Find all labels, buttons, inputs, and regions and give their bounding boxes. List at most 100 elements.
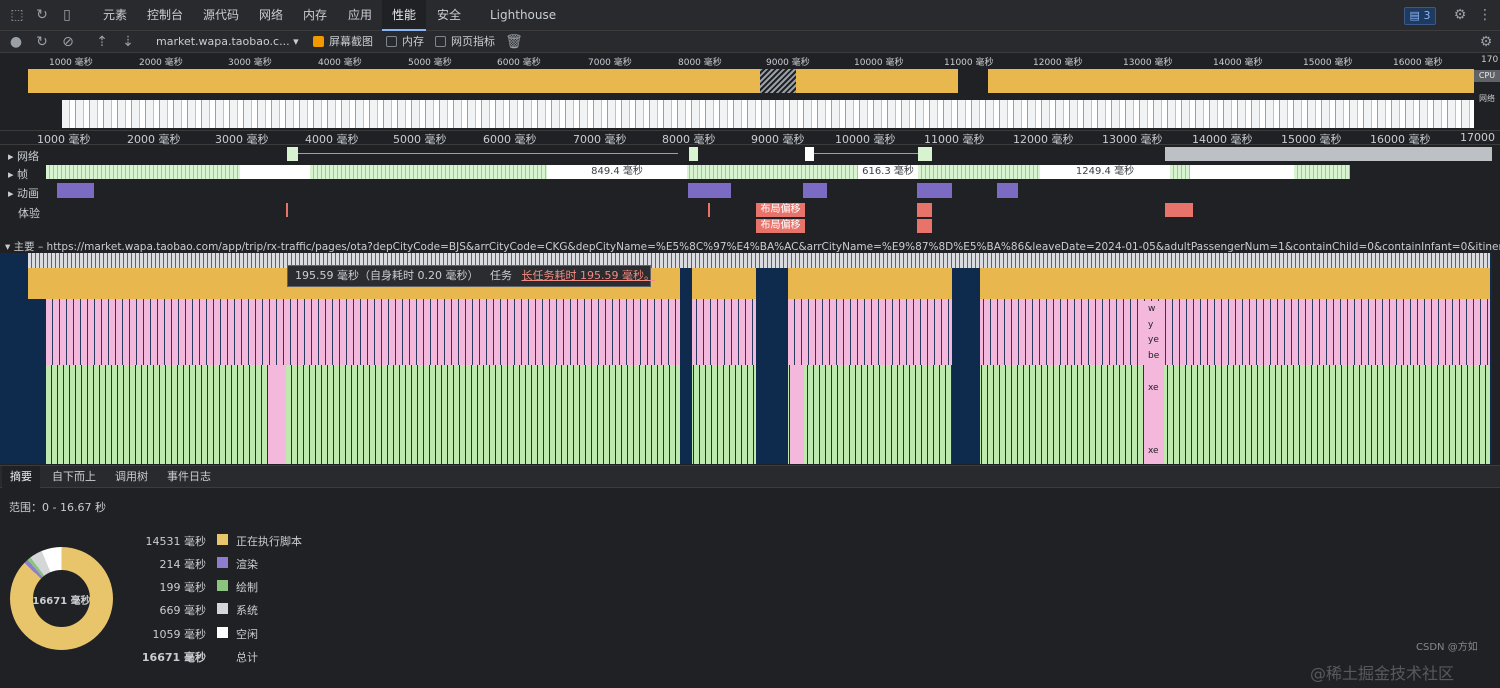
call-stack-column[interactable] (790, 365, 804, 464)
overview-ruler: 1000 毫秒 2000 毫秒 3000 毫秒 4000 毫秒 5000 毫秒 … (0, 53, 1500, 68)
tab-elements[interactable]: 元素 (93, 0, 137, 31)
layout-shift-marker[interactable]: 布局偏移 (756, 219, 805, 233)
memory-checkbox[interactable] (386, 36, 397, 47)
overview-tick: 9000 毫秒 (766, 58, 810, 68)
timeline-tick: 9000 毫秒 (751, 133, 805, 146)
overview-tick: 1000 毫秒 (49, 58, 93, 68)
layout-shift-marker[interactable] (917, 203, 932, 217)
tab-security[interactable]: 安全 (427, 0, 471, 31)
expand-arrow-icon: ▸ (8, 187, 18, 200)
overview-tick: 7000 毫秒 (588, 58, 632, 68)
task-row[interactable] (28, 253, 1490, 268)
tab-application[interactable]: 应用 (338, 0, 382, 31)
frame-block[interactable] (240, 165, 310, 179)
tab-lighthouse[interactable]: Lighthouse (480, 0, 566, 31)
network-request-line (298, 153, 678, 154)
timeline-tick: 13000 毫秒 (1102, 133, 1163, 146)
trash-icon[interactable]: 🗑 (505, 33, 523, 51)
network-request-bar[interactable] (805, 147, 814, 161)
network-track-name: 网络 (17, 150, 40, 163)
upload-icon[interactable]: ⇡ (93, 33, 111, 51)
devtools-tabbar: ⬚ ↻ ▯ 元素 控制台 源代码 网络 内存 应用 性能 安全 Lighthou… (0, 0, 1500, 31)
animation-block[interactable] (997, 183, 1018, 198)
network-request-bar[interactable] (918, 147, 932, 161)
reload-icon[interactable]: ↻ (33, 6, 51, 24)
screenshots-filmstrip[interactable] (62, 100, 1474, 128)
animation-block[interactable] (917, 183, 952, 198)
timeline-overview[interactable]: 1000 毫秒 2000 毫秒 3000 毫秒 4000 毫秒 5000 毫秒 … (0, 53, 1500, 131)
clear-icon[interactable]: ⊘ (59, 33, 77, 51)
network-track[interactable]: ▸ 网络 (0, 146, 1500, 164)
overview-tick: 6000 毫秒 (497, 58, 541, 68)
overview-tick: 4000 毫秒 (318, 58, 362, 68)
animations-track[interactable]: ▸ 动画 (0, 183, 1500, 201)
issues-badge[interactable]: ▤ 3 (1404, 7, 1436, 25)
animation-block[interactable] (57, 183, 94, 198)
network-request-bar[interactable] (287, 147, 298, 161)
legend-value: 1059 毫秒 (152, 628, 207, 641)
layout-shift-marker[interactable]: 布局偏移 (756, 203, 805, 217)
timeline-tick: 1000 毫秒 (37, 133, 91, 146)
inspect-element-icon[interactable]: ⬚ (8, 6, 26, 24)
layout-shift-marker[interactable] (917, 219, 932, 233)
layout-shift-marker[interactable] (708, 203, 710, 217)
frame-duration: 1249.4 毫秒 (1075, 166, 1135, 177)
legend-swatch-scripting (217, 534, 228, 545)
chevron-down-icon: ▾ (293, 35, 299, 48)
network-request-bar[interactable] (689, 147, 698, 161)
frame-block-long[interactable]: 849.4 毫秒 (547, 165, 687, 179)
tab-memory[interactable]: 内存 (293, 0, 337, 31)
animation-block[interactable] (803, 183, 827, 198)
capture-settings-gear-icon[interactable]: ⚙ (1477, 33, 1495, 51)
call-stack-column[interactable] (268, 365, 286, 464)
reload-record-icon[interactable]: ↻ (33, 33, 51, 51)
record-icon[interactable]: ● (7, 33, 25, 51)
timeline-tick: 12000 毫秒 (1013, 133, 1074, 146)
animation-block[interactable] (688, 183, 731, 198)
tab-sources[interactable]: 源代码 (193, 0, 249, 31)
legend-swatch-rendering (217, 557, 228, 568)
legend-name: 系统 (236, 604, 258, 617)
legend-swatch-system (217, 603, 228, 614)
timeline-tick: 8000 毫秒 (662, 133, 716, 146)
frames-track-label: ▸ 帧 (8, 166, 28, 182)
network-request-line (814, 153, 918, 154)
layout-shift-marker[interactable] (286, 203, 288, 217)
tab-performance[interactable]: 性能 (382, 0, 427, 31)
download-icon[interactable]: ⇣ (119, 33, 137, 51)
idle-gap (756, 268, 788, 464)
tab-network[interactable]: 网络 (249, 0, 293, 31)
layout-shift-marker[interactable] (1165, 203, 1193, 217)
legend-name: 绘制 (236, 581, 258, 594)
recording-select[interactable]: market.wapa.taobao.c... ▾ (156, 33, 299, 51)
webvitals-checkbox[interactable] (435, 36, 446, 47)
device-toolbar-icon[interactable]: ▯ (58, 6, 76, 24)
main-thread-header[interactable]: ▾ 主要 – https://market.wapa.taobao.com/ap… (0, 239, 1500, 253)
long-task-warning-link[interactable]: 长任务耗时 195.59 毫秒。 (521, 269, 654, 282)
idle-gap (952, 268, 980, 464)
frame-block[interactable] (1190, 165, 1294, 179)
expand-arrow-icon: ▸ (8, 168, 18, 181)
legend-value: 214 毫秒 (159, 558, 207, 571)
screenshots-checkbox[interactable] (313, 36, 324, 47)
tab-console[interactable]: 控制台 (137, 0, 193, 31)
main-thread-flamechart[interactable]: w y ye be xe xe (0, 253, 1492, 464)
frame-block-long[interactable]: 1249.4 毫秒 (1040, 165, 1170, 179)
frame-block-long[interactable]: 616.3 毫秒 (858, 165, 918, 179)
settings-gear-icon[interactable]: ⚙ (1451, 6, 1469, 24)
tab-call-tree[interactable]: 调用树 (107, 466, 156, 488)
timeline-tick: 15000 毫秒 (1281, 133, 1342, 146)
tab-summary[interactable]: 摘要 (2, 466, 40, 488)
overview-tick: 16000 毫秒 (1393, 58, 1443, 68)
timeline-tick: 6000 毫秒 (483, 133, 537, 146)
legend-total-value: 16671 毫秒 (141, 651, 206, 664)
experience-track[interactable]: 体验 (0, 203, 1500, 221)
timeline-tick: 3000 毫秒 (215, 133, 269, 146)
tab-bottom-up[interactable]: 自下而上 (44, 466, 104, 488)
network-request-bar[interactable] (1165, 147, 1492, 161)
function-label: ye (1148, 335, 1159, 345)
animations-track-name: 动画 (17, 187, 40, 200)
more-menu-icon[interactable]: ⋮ (1476, 6, 1494, 24)
timeline-tick: 5000 毫秒 (393, 133, 447, 146)
tab-event-log[interactable]: 事件日志 (159, 466, 219, 488)
